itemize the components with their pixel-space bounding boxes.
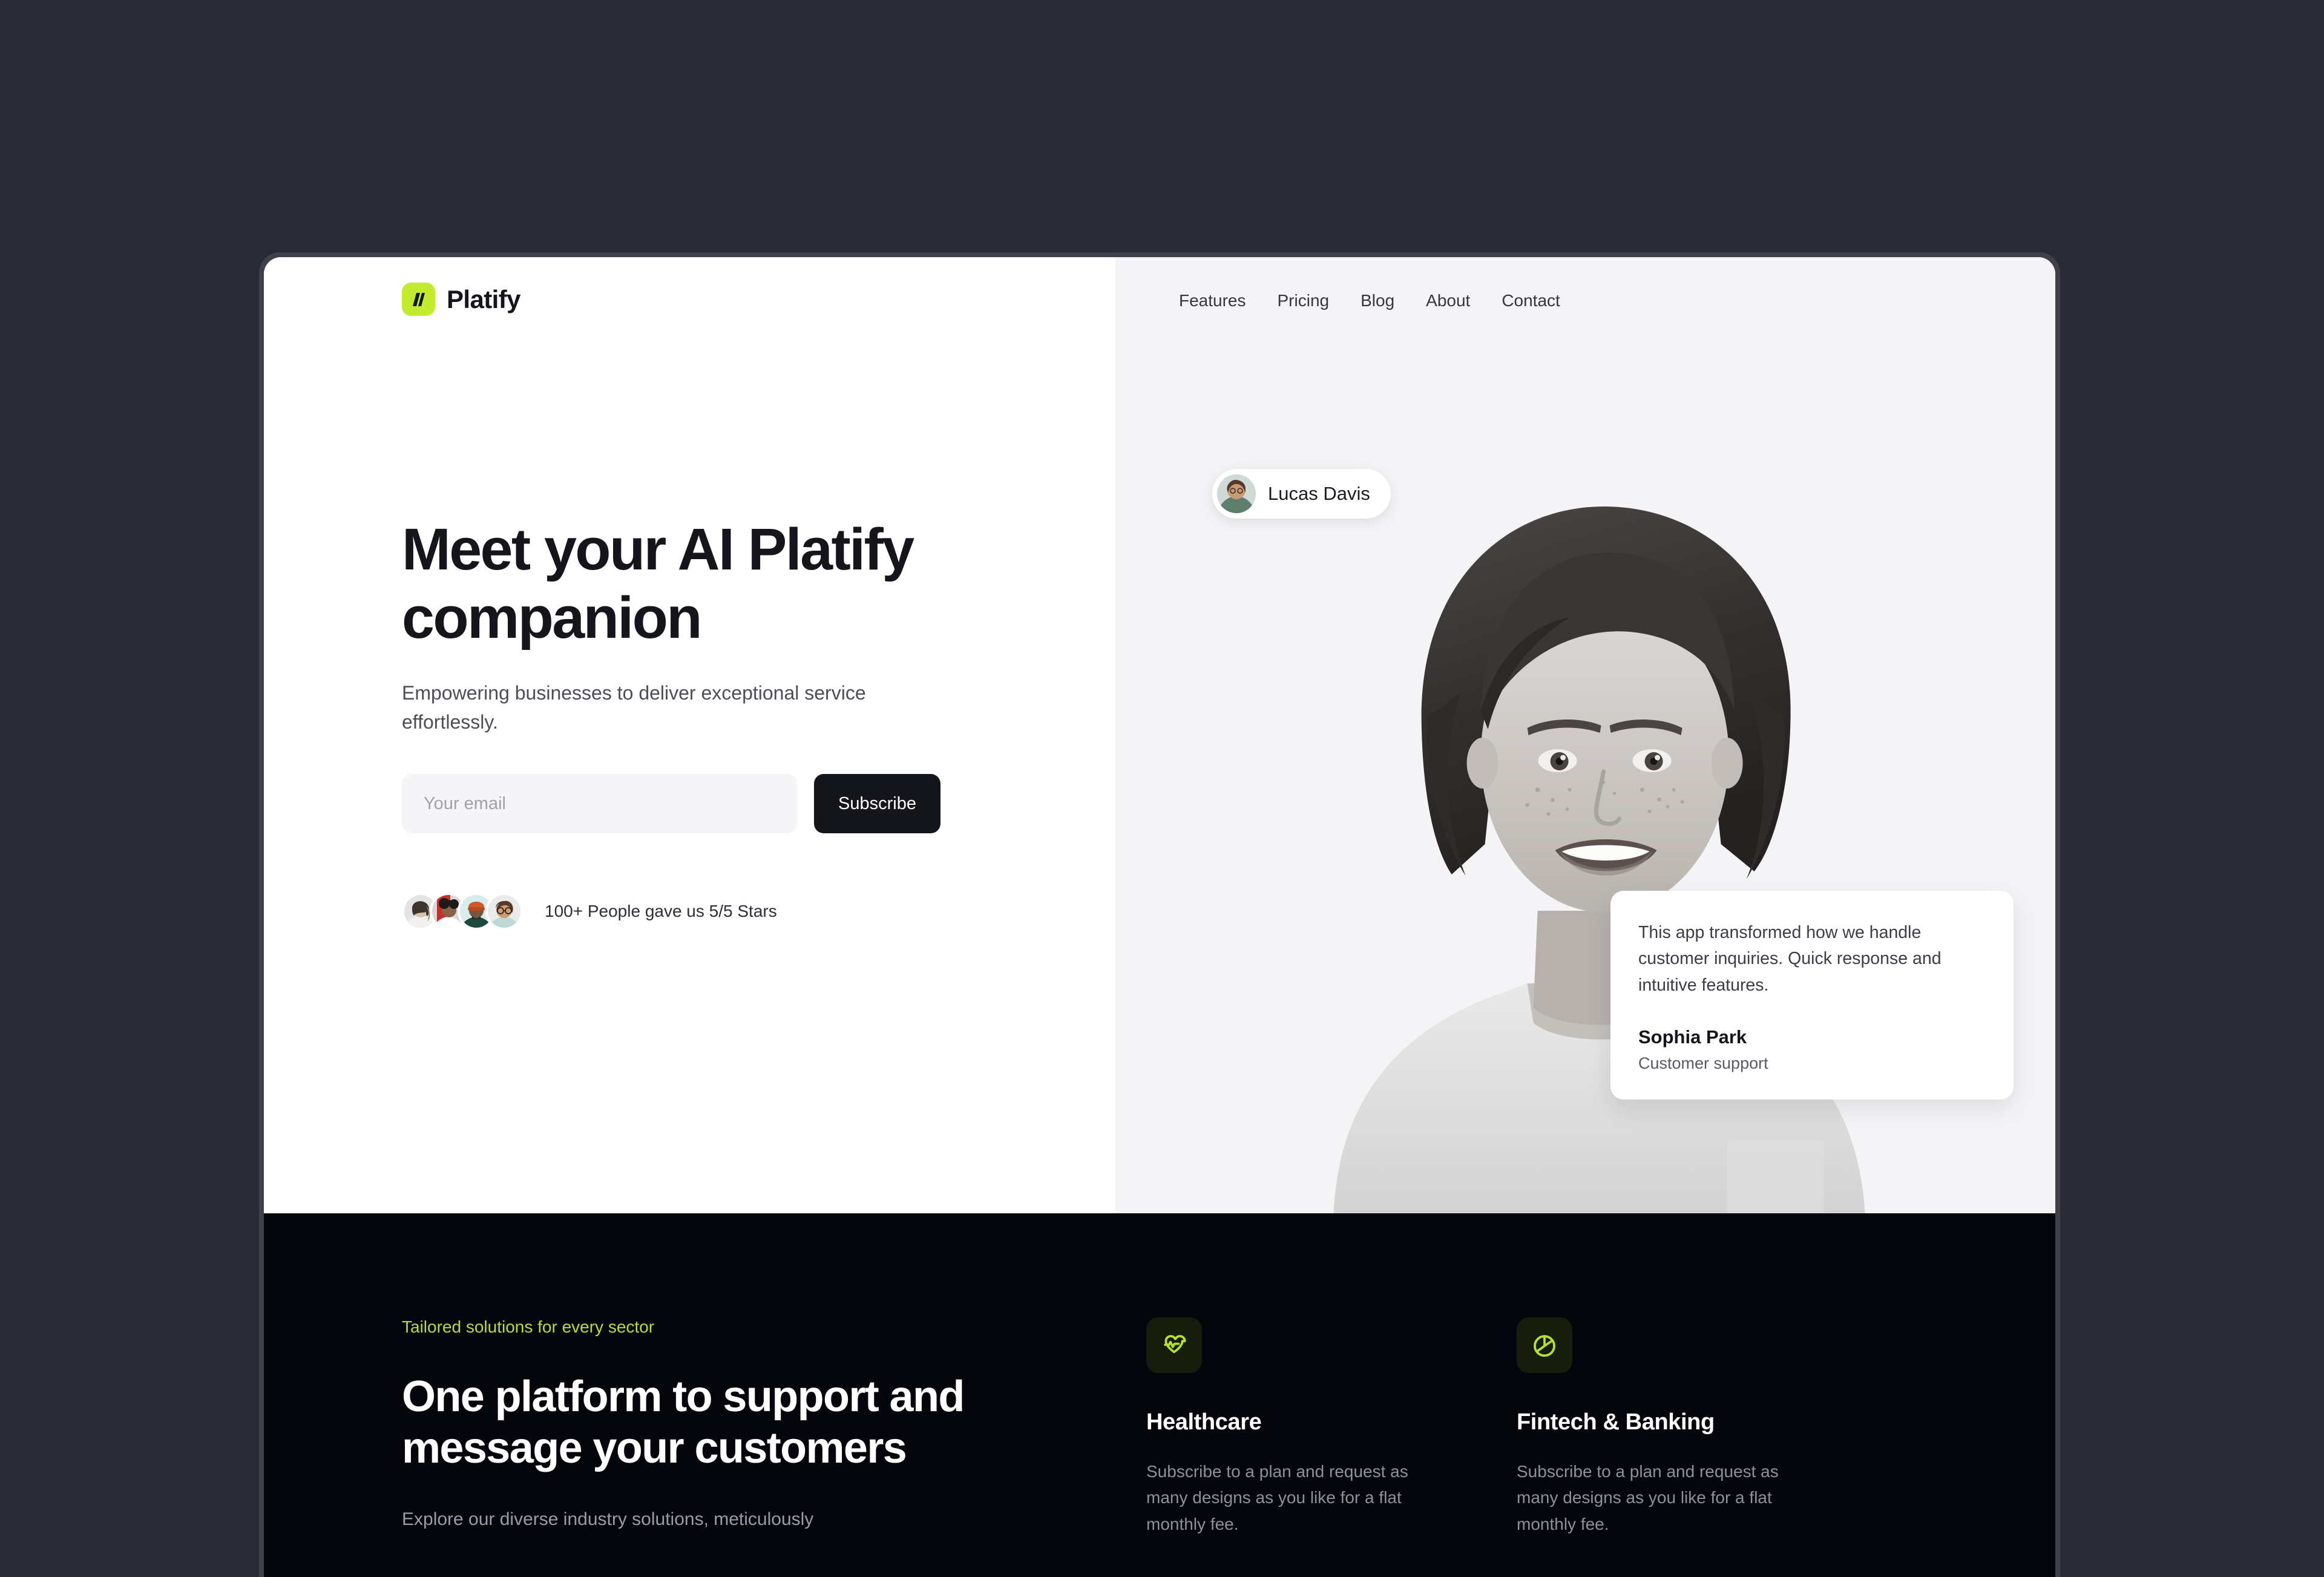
heart-pulse-icon [1146,1317,1202,1373]
testimonial-quote: This app transformed how we handle custo… [1638,923,1942,995]
solutions-intro: Tailored solutions for every sector One … [402,1213,1146,1577]
pie-chart-glyph-icon [1534,1335,1555,1357]
solution-card-healthcare[interactable]: Healthcare Subscribe to a plan and reque… [1146,1317,1517,1577]
solutions-section: Tailored solutions for every sector One … [264,1213,2055,1577]
hero-name-badge[interactable]: Lucas Davis [1212,469,1391,519]
subscribe-form: Subscribe [402,774,1007,834]
nav-link-blog[interactable]: Blog [1345,291,1410,310]
nav-link-contact[interactable]: Contact [1486,291,1576,310]
hero-subtitle: Empowering businesses to deliver excepti… [402,682,866,733]
browser-mockup-frame: Lucas Davis This app transformed how we … [259,252,2060,1577]
solution-card-title: Healthcare [1146,1409,1262,1435]
brand-logo[interactable]: Platify [402,283,520,316]
social-proof: 100+ People gave us 5/5 Stars [402,893,1007,931]
solution-card-body: Subscribe to a plan and request as many … [1517,1462,1779,1533]
user-avatar-icon [1217,474,1256,513]
testimonial-author-role: Customer support [1638,1054,1768,1072]
pie-chart-icon [1517,1317,1572,1373]
hero-title: Meet your AI Platify companion [402,516,914,651]
nav-link-about[interactable]: About [1410,291,1486,310]
avatar [485,893,523,931]
hero-right-panel: Lucas Davis This app transformed how we … [1115,257,2055,1213]
solutions-eyebrow: Tailored solutions for every sector [402,1317,655,1336]
avatar [1217,474,1256,513]
nav-link-features[interactable]: Features [1163,291,1262,310]
nav-link-pricing[interactable]: Pricing [1262,291,1345,310]
solutions-subtitle: Explore our diverse industry solutions, … [402,1509,814,1529]
avatar-stack [402,893,523,931]
solutions-title: One platform to support and message your… [402,1372,965,1472]
hero-content: Meet your AI Platify companion Empowerin… [402,516,1007,931]
landing-page: Lucas Davis This app transformed how we … [264,257,2055,1577]
user-avatar-icon [488,895,520,928]
main-nav: Features Pricing Blog About Contact [1163,291,1576,310]
email-input[interactable] [402,774,797,834]
hero-name-badge-label: Lucas Davis [1268,483,1370,504]
solutions-cards: Healthcare Subscribe to a plan and reque… [1146,1213,2055,1577]
social-proof-text: 100+ People gave us 5/5 Stars [545,902,777,921]
solution-card-body: Subscribe to a plan and request as many … [1146,1462,1408,1533]
hero-section: Lucas Davis This app transformed how we … [264,257,2055,1213]
heart-pulse-glyph-icon [1164,1335,1186,1354]
subscribe-button[interactable]: Subscribe [814,774,940,834]
brand-name: Platify [447,284,520,313]
platify-logo-icon [402,283,435,316]
testimonial-author-name: Sophia Park [1638,1026,1747,1048]
solution-card-title: Fintech & Banking [1517,1409,1715,1435]
solution-card-fintech[interactable]: Fintech & Banking Subscribe to a plan an… [1517,1317,1887,1577]
logo-glyph-icon [412,292,425,306]
testimonial-card: This app transformed how we handle custo… [1610,891,2014,1100]
